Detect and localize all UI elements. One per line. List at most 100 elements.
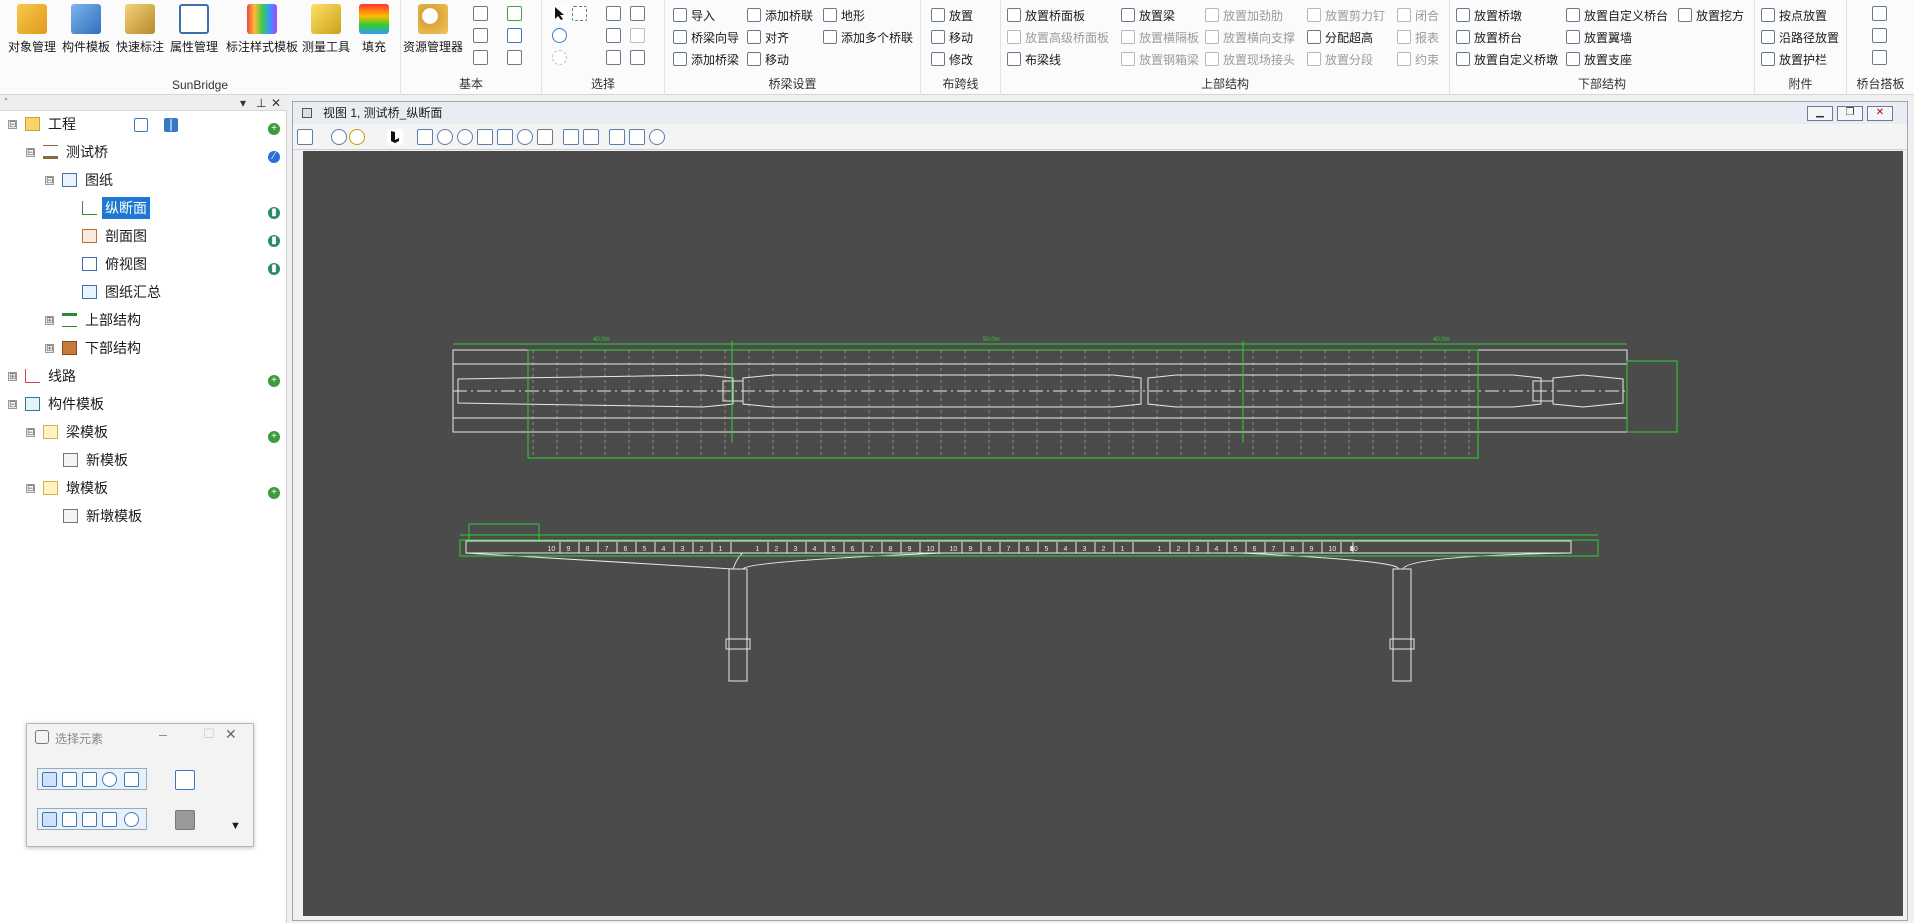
display-style-icon[interactable] (331, 129, 347, 145)
drawing-canvas[interactable]: 40.0m 50.0m 40.0m 10 9 8 7 6 5 4 3 2 1 1… (303, 151, 1903, 916)
grid-icon[interactable] (507, 50, 522, 65)
copy-icon[interactable] (606, 28, 621, 43)
collapse-icon[interactable]: ⊟ (26, 427, 35, 437)
expand-icon[interactable]: ⊞ (8, 371, 17, 381)
tree-node-component-templates[interactable]: ⊟ 构件模板 (8, 393, 107, 415)
add-icon[interactable]: + (268, 123, 280, 135)
tree-node-beam-templates[interactable]: ⊟ 梁模板 (26, 421, 111, 443)
document-icon[interactable] (473, 6, 488, 21)
collapse-icon[interactable]: ⊟ (26, 483, 35, 493)
place-railing-button[interactable]: 放置护栏 (1761, 49, 1827, 69)
select-line-icon[interactable] (124, 772, 139, 787)
collapse-icon[interactable]: ⊟ (45, 175, 54, 185)
add-icon[interactable]: + (268, 487, 280, 499)
zoom-out-icon[interactable] (457, 129, 473, 145)
rotate-view-icon[interactable] (517, 129, 533, 145)
tree-node-cross-section[interactable]: 剖面图 (82, 225, 150, 247)
new-selection-icon[interactable] (42, 812, 57, 827)
camera-icon[interactable] (649, 129, 665, 145)
girder-line-button[interactable]: 布梁线 (1007, 49, 1061, 69)
tree-node-pier-templates[interactable]: ⊟ 墩模板 (26, 477, 111, 499)
clipboard-icon[interactable] (630, 50, 645, 65)
restore-button[interactable]: ❐ (1837, 106, 1863, 121)
place-excavation-button[interactable]: 放置挖方 (1678, 5, 1744, 25)
slab-icon[interactable] (1872, 6, 1887, 21)
pointer-tool-icon[interactable] (175, 810, 195, 830)
place-custom-abutment-button[interactable]: 放置自定义桥台 (1566, 5, 1668, 25)
single-view-icon[interactable] (134, 118, 148, 132)
select-all-icon[interactable] (124, 812, 139, 827)
collapse-icon[interactable]: ⊟ (8, 119, 17, 129)
tree-node-new-pier-template[interactable]: 新墩模板 (63, 505, 145, 527)
assign-superelevation-button[interactable]: 分配超高 (1307, 27, 1373, 47)
lock-icon[interactable]: ▮ (268, 263, 280, 275)
select-all-icon[interactable] (606, 6, 621, 21)
collapse-icon[interactable]: ⊟ (26, 147, 35, 157)
place-abutment-button[interactable]: 放置桥台 (1456, 27, 1522, 47)
subtract-selection-icon[interactable] (82, 812, 97, 827)
object-manager-button[interactable]: 对象管理 (8, 4, 56, 55)
grid-view-icon[interactable] (164, 118, 178, 132)
minimize-button[interactable]: ▁ (1807, 106, 1833, 121)
view-attributes-icon[interactable] (297, 129, 313, 145)
next-view-icon[interactable] (583, 129, 599, 145)
dimension-style-template-button[interactable]: 标注样式模板 (226, 4, 298, 55)
align-button[interactable]: 对齐 (747, 27, 789, 47)
property-manager-button[interactable]: 属性管理 (170, 4, 218, 55)
dropdown-arrow-icon[interactable]: ▼ (230, 820, 241, 832)
tree-node-drawings[interactable]: ⊟ 图纸 (45, 169, 116, 191)
close-button[interactable]: ✕ (1867, 106, 1893, 121)
slab-layer-icon[interactable] (1872, 28, 1887, 43)
tree-node-longitudinal-section[interactable]: 纵断面 (82, 197, 150, 219)
dropdown-arrow-icon[interactable]: ▾ (240, 95, 246, 111)
select-rectangle-icon[interactable] (572, 6, 587, 21)
clip-volume-icon[interactable] (629, 129, 645, 145)
select-lasso-icon[interactable] (552, 50, 567, 65)
place-custom-pier-button[interactable]: 放置自定义桥墩 (1456, 49, 1558, 69)
terrain-button[interactable]: 地形 (823, 5, 865, 25)
place-beam-button[interactable]: 放置梁 (1121, 5, 1175, 25)
tree-node-drawing-summary[interactable]: 图纸汇总 (82, 281, 164, 303)
add-selection-icon[interactable] (62, 812, 77, 827)
add-multiple-units-button[interactable]: 添加多个桥联 (823, 27, 913, 47)
bridge-wizard-button[interactable]: 桥梁向导 (673, 27, 739, 47)
tree-node-new-template[interactable]: 新模板 (63, 449, 131, 471)
add-icon[interactable]: + (268, 375, 280, 387)
component-template-button[interactable]: 构件模板 (62, 4, 110, 55)
lock-icon[interactable]: ▮ (268, 207, 280, 219)
modify-span-button[interactable]: 修改 (931, 49, 973, 69)
close-icon[interactable]: ✕ (271, 95, 281, 111)
select-circle-icon[interactable] (552, 28, 567, 43)
tree-node-plan-view[interactable]: 俯视图 (82, 253, 150, 275)
layers-icon[interactable] (473, 50, 488, 65)
move-span-button[interactable]: 移动 (931, 27, 973, 47)
select-element-icon[interactable] (42, 772, 57, 787)
previous-view-icon[interactable] (563, 129, 579, 145)
measure-tool-button[interactable]: 测量工具 (302, 4, 350, 55)
copy-view-icon[interactable] (609, 129, 625, 145)
reference-icon[interactable] (507, 28, 522, 43)
add-bridge-button[interactable]: 添加桥梁 (673, 49, 739, 69)
place-along-path-button[interactable]: 沿路径放置 (1761, 27, 1839, 47)
invert-selection-icon[interactable] (102, 812, 117, 827)
move-bridge-button[interactable]: 移动 (747, 49, 789, 69)
tree-node-substructure[interactable]: ⊞ 下部结构 (45, 337, 144, 359)
place-by-point-button[interactable]: 按点放置 (1761, 5, 1827, 25)
place-span-button[interactable]: 放置 (931, 5, 973, 25)
close-icon[interactable]: ✕ (225, 726, 237, 743)
place-wing-wall-button[interactable]: 放置翼墙 (1566, 27, 1632, 47)
brush-icon[interactable] (417, 129, 433, 145)
select-circle-icon[interactable] (102, 772, 117, 787)
tree-node-alignment[interactable]: ⊞ 线路 (8, 365, 79, 387)
quick-dimension-button[interactable]: 快速标注 (116, 4, 164, 55)
resource-manager-button[interactable]: 资源管理器 (403, 4, 463, 55)
cube-icon[interactable] (473, 28, 488, 43)
select-shape-icon[interactable] (82, 772, 97, 787)
add-bridge-unit-button[interactable]: 添加桥联 (747, 5, 813, 25)
pin-icon[interactable]: ⊥ (256, 95, 266, 111)
tree-node-superstructure[interactable]: ⊞ 上部结构 (45, 309, 144, 331)
fill-button[interactable]: 填充 (359, 4, 389, 55)
place-bearing-button[interactable]: 放置支座 (1566, 49, 1632, 69)
slab-edit-icon[interactable] (1872, 50, 1887, 65)
collapse-icon[interactable]: ⊟ (8, 399, 17, 409)
